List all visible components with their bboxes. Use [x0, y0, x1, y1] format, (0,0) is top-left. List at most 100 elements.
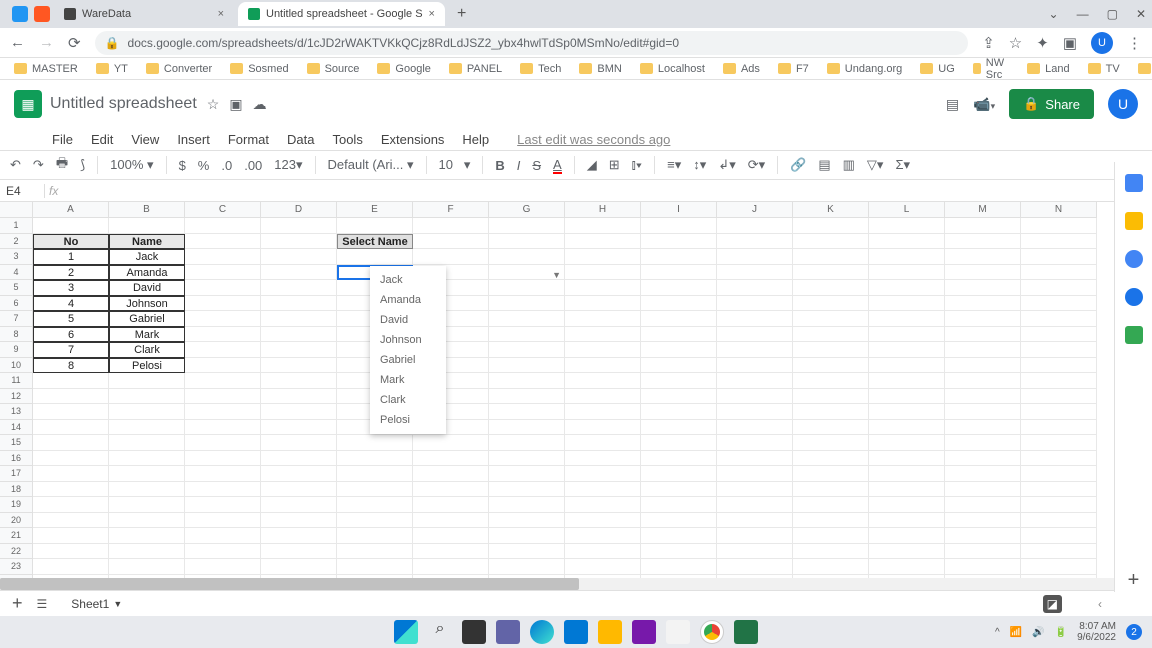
cell[interactable]: [565, 373, 641, 389]
menu-data[interactable]: Data: [287, 132, 314, 147]
cell[interactable]: [489, 528, 565, 544]
cell[interactable]: [869, 497, 945, 513]
link-button[interactable]: 🔗: [790, 157, 806, 173]
borders-button[interactable]: ⊞: [609, 157, 620, 173]
cell[interactable]: [185, 497, 261, 513]
cell[interactable]: [945, 513, 1021, 529]
cell[interactable]: [33, 466, 109, 482]
cell[interactable]: 4: [33, 296, 109, 312]
cell[interactable]: [717, 265, 793, 281]
cell[interactable]: [413, 513, 489, 529]
contacts-icon[interactable]: [1125, 288, 1143, 306]
cell[interactable]: [717, 234, 793, 250]
row-header[interactable]: 1: [0, 218, 33, 234]
text-color-button[interactable]: A: [553, 157, 562, 174]
cell[interactable]: 3: [33, 280, 109, 296]
edge-icon[interactable]: [530, 620, 554, 644]
tray-chevron-icon[interactable]: ^: [995, 627, 1000, 638]
cell[interactable]: [261, 296, 337, 312]
bookmark-item[interactable]: Ads: [723, 63, 760, 75]
chart-button[interactable]: ▥: [843, 157, 855, 173]
cell[interactable]: [945, 404, 1021, 420]
volume-icon[interactable]: 🔊: [1032, 627, 1044, 638]
cell[interactable]: [945, 311, 1021, 327]
cell[interactable]: [413, 466, 489, 482]
menu-help[interactable]: Help: [462, 132, 489, 147]
cell[interactable]: [261, 218, 337, 234]
row-header[interactable]: 11: [0, 373, 33, 389]
merge-button[interactable]: ⫾▾: [632, 157, 643, 173]
bookmark-item[interactable]: PANEL: [449, 63, 502, 75]
currency-button[interactable]: $: [179, 158, 186, 173]
cell[interactable]: [717, 342, 793, 358]
cell[interactable]: [1021, 544, 1097, 560]
search-icon[interactable]: ⌕: [428, 620, 452, 644]
cell[interactable]: [413, 451, 489, 467]
cell[interactable]: [489, 404, 565, 420]
cell[interactable]: [185, 358, 261, 374]
cell[interactable]: [641, 435, 717, 451]
calendar-icon[interactable]: [1125, 174, 1143, 192]
row-header[interactable]: 16: [0, 451, 33, 467]
cell[interactable]: [717, 482, 793, 498]
cell[interactable]: [793, 218, 869, 234]
col-header[interactable]: F: [413, 202, 489, 218]
cell[interactable]: Select Name: [337, 234, 413, 250]
cell[interactable]: [489, 342, 565, 358]
cell[interactable]: [1021, 497, 1097, 513]
cell[interactable]: [793, 311, 869, 327]
cell[interactable]: [945, 482, 1021, 498]
bookmark-item[interactable]: Undang.org: [827, 63, 903, 75]
cell[interactable]: [641, 358, 717, 374]
cell[interactable]: [185, 559, 261, 575]
cell[interactable]: [869, 342, 945, 358]
cell[interactable]: [641, 218, 717, 234]
cell[interactable]: [869, 420, 945, 436]
cloud-icon[interactable]: ☁: [253, 96, 267, 113]
bookmark-item[interactable]: Converter: [146, 63, 212, 75]
cell[interactable]: [185, 544, 261, 560]
col-header[interactable]: I: [641, 202, 717, 218]
row-header[interactable]: 20: [0, 513, 33, 529]
cell[interactable]: [945, 559, 1021, 575]
paint-format-button[interactable]: ⟆: [80, 157, 85, 173]
bookmark-item[interactable]: Land: [1027, 63, 1069, 75]
cell[interactable]: [489, 296, 565, 312]
pinned-tab-icon[interactable]: [12, 6, 28, 22]
v-align-button[interactable]: ↕▾: [693, 157, 706, 173]
cell[interactable]: [1021, 234, 1097, 250]
cell[interactable]: [717, 327, 793, 343]
cell[interactable]: [337, 249, 413, 265]
cell[interactable]: [1021, 373, 1097, 389]
cell[interactable]: [565, 528, 641, 544]
chat-icon[interactable]: [496, 620, 520, 644]
cell[interactable]: [793, 497, 869, 513]
dropdown-item[interactable]: Johnson: [370, 330, 446, 350]
cell[interactable]: [945, 234, 1021, 250]
cell[interactable]: [1021, 513, 1097, 529]
cell[interactable]: [945, 327, 1021, 343]
cell[interactable]: [945, 544, 1021, 560]
menu-extensions[interactable]: Extensions: [381, 132, 445, 147]
cell[interactable]: [793, 451, 869, 467]
cell[interactable]: [945, 358, 1021, 374]
dropdown-item[interactable]: Mark: [370, 370, 446, 390]
cell[interactable]: [565, 265, 641, 281]
cell[interactable]: [261, 420, 337, 436]
sheets-logo[interactable]: ▦: [14, 90, 42, 118]
cell[interactable]: [489, 234, 565, 250]
cell[interactable]: [869, 265, 945, 281]
dropdown-item[interactable]: Gabriel: [370, 350, 446, 370]
cell[interactable]: [33, 404, 109, 420]
cell[interactable]: [641, 466, 717, 482]
cell[interactable]: [945, 435, 1021, 451]
rotate-button[interactable]: ⟳▾: [748, 157, 765, 173]
cell[interactable]: 1: [33, 249, 109, 265]
row-header[interactable]: 2: [0, 234, 33, 250]
cell[interactable]: [869, 358, 945, 374]
cell[interactable]: [261, 435, 337, 451]
star-icon[interactable]: ☆: [207, 96, 220, 113]
cell[interactable]: [33, 559, 109, 575]
cell[interactable]: [337, 513, 413, 529]
share-page-icon[interactable]: ⇪: [982, 34, 995, 52]
